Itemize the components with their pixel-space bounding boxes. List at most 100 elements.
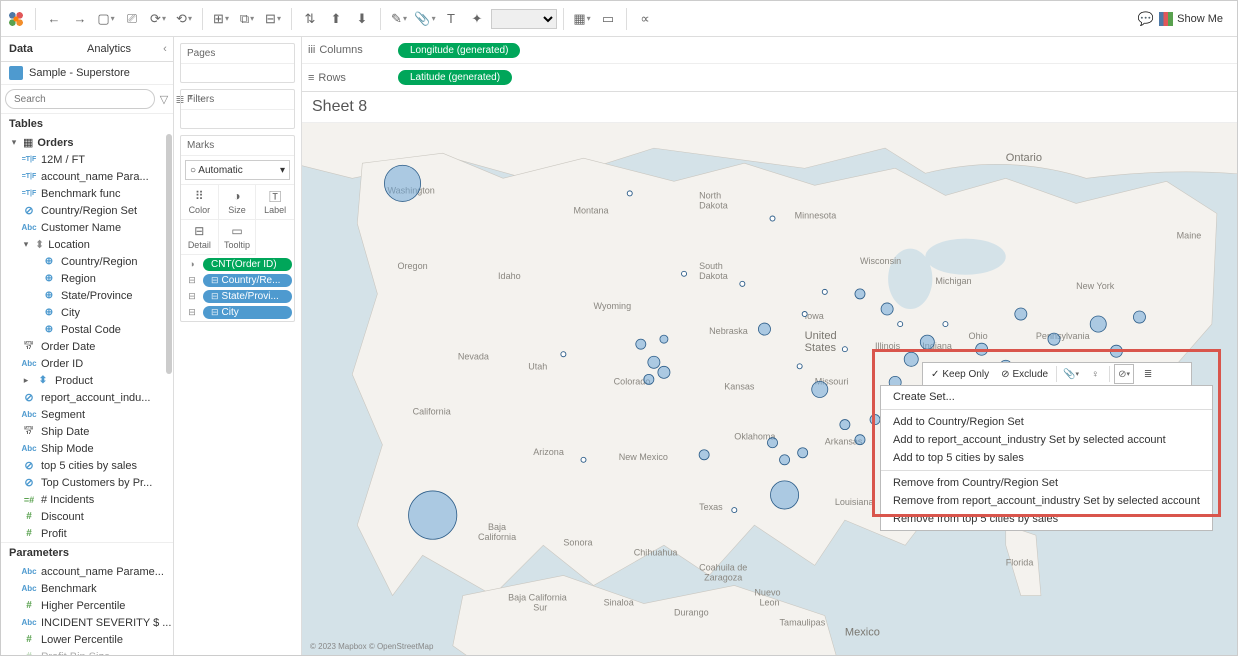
field-top-customers[interactable]: Top Customers by Pr...: [1, 474, 173, 491]
param-account-name[interactable]: account_name Parame...: [1, 563, 173, 580]
run-button[interactable]: ⟲: [172, 7, 196, 31]
fit-select[interactable]: [491, 9, 557, 29]
marks-detail[interactable]: ⊟Detail: [181, 220, 219, 255]
group-button[interactable]: 📎: [413, 7, 437, 31]
save-button[interactable]: ▢: [94, 7, 118, 31]
marks-label[interactable]: 🅃Label: [256, 185, 294, 220]
field-num-incidents[interactable]: # Incidents: [1, 491, 173, 508]
clear-button[interactable]: ⊟: [261, 7, 285, 31]
labels-button[interactable]: T: [439, 7, 463, 31]
rows-shelf[interactable]: ≡ Rows Latitude (generated): [302, 64, 1237, 91]
filters-shelf[interactable]: Filters: [180, 89, 295, 129]
search-input[interactable]: [5, 89, 155, 109]
columns-shelf[interactable]: iii Columns Longitude (generated): [302, 37, 1237, 64]
mark-type-select[interactable]: ○ Automatic▾: [185, 160, 290, 180]
menu-remove-country-region-set[interactable]: Remove from Country/Region Set: [881, 474, 1212, 492]
data-guide-button[interactable]: 💬: [1134, 7, 1158, 31]
sets-dropdown-button[interactable]: ⊘▾: [1114, 364, 1134, 384]
fix-axes-button[interactable]: ✦: [465, 7, 489, 31]
field-ship-mode[interactable]: Ship Mode: [1, 440, 173, 457]
keep-only-button[interactable]: ✓Keep Only: [927, 367, 993, 382]
menu-add-country-region-set[interactable]: Add to Country/Region Set: [881, 413, 1212, 431]
svg-text:South: South: [699, 261, 723, 271]
view-data-button[interactable]: ≣: [1138, 364, 1158, 384]
field-segment[interactable]: Segment: [1, 406, 173, 423]
field-ship-date[interactable]: Ship Date: [1, 423, 173, 440]
field-product-folder[interactable]: ▸Product: [1, 372, 173, 389]
exclude-button[interactable]: ⊘Exclude: [997, 367, 1052, 382]
field-postal-code[interactable]: Postal Code: [1, 321, 173, 338]
share-button[interactable]: ∝: [633, 7, 657, 31]
map-viz[interactable]: Ontario United States Mexico Washington …: [302, 123, 1237, 655]
sheet-title[interactable]: Sheet 8: [302, 92, 1237, 123]
field-report-account-indu[interactable]: report_account_indu...: [1, 389, 173, 406]
field-country-region[interactable]: Country/Region: [1, 253, 173, 270]
string-icon: [21, 358, 37, 370]
columns-pill-longitude[interactable]: Longitude (generated): [398, 43, 520, 58]
field-order-date[interactable]: Order Date: [1, 338, 173, 355]
number-icon: [21, 634, 37, 646]
pages-shelf[interactable]: Pages: [180, 43, 295, 83]
bool-calc-icon: [21, 188, 37, 200]
datasource-row[interactable]: Sample - Superstore: [1, 62, 173, 85]
duplicate-button[interactable]: ⧉: [235, 7, 259, 31]
field-12mft[interactable]: 12M / FT: [1, 151, 173, 168]
presentation-button[interactable]: ▭: [596, 7, 620, 31]
sort-asc-button[interactable]: ⬆: [324, 7, 348, 31]
field-profit[interactable]: Profit: [1, 525, 173, 542]
field-order-id[interactable]: Order ID: [1, 355, 173, 372]
param-higher-percentile[interactable]: Higher Percentile: [1, 597, 173, 614]
field-customer-name[interactable]: Customer Name: [1, 219, 173, 236]
string-icon: [21, 583, 37, 595]
create-set-button[interactable]: ♀: [1085, 364, 1105, 384]
pill-state-province[interactable]: State/Provi...: [203, 290, 292, 303]
menu-add-report-account-set[interactable]: Add to report_account_industry Set by se…: [881, 431, 1212, 449]
marks-size[interactable]: ◑Size: [219, 185, 257, 220]
field-benchmark-func[interactable]: Benchmark func: [1, 185, 173, 202]
new-worksheet-button[interactable]: ⊞: [209, 7, 233, 31]
field-country-region-set[interactable]: Country/Region Set: [1, 202, 173, 219]
param-profit-bin-size[interactable]: Profit Bin Size: [1, 648, 173, 655]
new-datasource-button[interactable]: ⎚: [120, 7, 144, 31]
svg-text:Nebraska: Nebraska: [709, 326, 749, 336]
swap-button[interactable]: ⇅: [298, 7, 322, 31]
undo-button[interactable]: ←: [42, 7, 66, 31]
geo-icon: [41, 290, 57, 302]
highlight-button[interactable]: ✎: [387, 7, 411, 31]
field-city[interactable]: City: [1, 304, 173, 321]
marks-tooltip[interactable]: ▭Tooltip: [219, 220, 257, 255]
menu-remove-report-account-set[interactable]: Remove from report_account_industry Set …: [881, 492, 1212, 510]
group-members-button[interactable]: 📎▾: [1061, 364, 1081, 384]
tab-data[interactable]: Data: [1, 37, 79, 61]
table-orders[interactable]: ▾▦Orders: [1, 134, 173, 151]
autoupdate-button[interactable]: ⟳: [146, 7, 170, 31]
filter-icon[interactable]: ▽: [157, 93, 171, 106]
pill-country-region[interactable]: Country/Re...: [203, 274, 292, 287]
show-me-button[interactable]: Show Me: [1159, 12, 1223, 26]
menu-create-set[interactable]: Create Set...: [881, 388, 1212, 406]
pill-city[interactable]: City: [203, 306, 292, 319]
collapse-pane-icon[interactable]: ‹: [157, 37, 173, 61]
field-discount[interactable]: Discount: [1, 508, 173, 525]
field-location-folder[interactable]: ▾⬍Location: [1, 236, 173, 253]
tab-analytics[interactable]: Analytics: [79, 37, 157, 61]
marks-color[interactable]: ⠿Color: [181, 185, 219, 220]
menu-add-top5-cities[interactable]: Add to top 5 cities by sales: [881, 449, 1212, 467]
param-benchmark[interactable]: Benchmark: [1, 580, 173, 597]
cards-button[interactable]: ▦: [570, 7, 594, 31]
field-region[interactable]: Region: [1, 270, 173, 287]
svg-text:Pennsylvania: Pennsylvania: [1036, 331, 1091, 341]
param-incident-severity[interactable]: INCIDENT SEVERITY $ ...: [1, 614, 173, 631]
rows-pill-latitude[interactable]: Latitude (generated): [398, 70, 512, 85]
svg-text:Maine: Maine: [1177, 231, 1202, 241]
sort-desc-button[interactable]: ⬇: [350, 7, 374, 31]
field-account-name-para[interactable]: account_name Para...: [1, 168, 173, 185]
show-me-icon: [1159, 12, 1173, 26]
redo-button[interactable]: →: [68, 7, 92, 31]
field-state-province[interactable]: State/Province: [1, 287, 173, 304]
menu-remove-top5-cities[interactable]: Remove from top 5 cities by sales: [881, 510, 1212, 528]
tree-scrollbar[interactable]: [166, 134, 172, 374]
pill-cnt-orderid[interactable]: CNT(Order ID): [203, 258, 292, 271]
param-lower-percentile[interactable]: Lower Percentile: [1, 631, 173, 648]
field-top5-cities[interactable]: top 5 cities by sales: [1, 457, 173, 474]
